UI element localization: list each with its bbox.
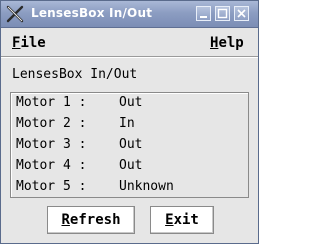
refresh-button[interactable]: Refresh	[47, 206, 135, 234]
motor-label: Motor 1 :	[16, 95, 87, 110]
exit-mnemonic: E	[165, 212, 174, 228]
exit-button[interactable]: Exit	[150, 206, 214, 234]
motor-status: Out	[119, 158, 143, 173]
x-logo-icon[interactable]	[6, 5, 24, 23]
refresh-mnemonic: R	[61, 212, 70, 228]
close-icon	[237, 9, 246, 18]
minimize-button[interactable]	[196, 6, 211, 21]
exit-label: xit	[173, 212, 199, 228]
menu-help-label: elp	[218, 35, 244, 51]
motor-label: Motor 3 :	[16, 137, 87, 152]
motor-row: Motor 4 : Out	[16, 158, 142, 178]
menu-file[interactable]: File	[12, 35, 46, 51]
refresh-label: efresh	[69, 212, 121, 228]
motor-row: Motor 1 : Out	[16, 95, 142, 115]
maximize-button[interactable]	[215, 6, 230, 21]
minimize-icon	[200, 16, 207, 18]
window-title: LensesBox In/Out	[31, 6, 153, 20]
motor-row: Motor 2 : In	[16, 116, 135, 136]
section-heading: LensesBox In/Out	[12, 67, 138, 82]
title-bar[interactable]: LensesBox In/Out	[1, 1, 258, 28]
menu-bar: File Help	[1, 28, 258, 57]
motor-row: Motor 5 : Unknown	[16, 179, 174, 199]
app-window: LensesBox In/Out File Help LensesBox In/…	[0, 0, 259, 244]
motor-label: Motor 5 :	[16, 179, 87, 194]
close-button[interactable]	[234, 6, 249, 21]
motor-row: Motor 3 : Out	[16, 137, 142, 157]
motor-label: Motor 2 :	[16, 116, 87, 131]
menu-help[interactable]: Help	[210, 35, 244, 51]
motor-status-panel: Motor 1 : Out Motor 2 : In Motor 3 : Out…	[10, 92, 249, 198]
motor-label: Motor 4 :	[16, 158, 87, 173]
motor-status: Unknown	[119, 179, 174, 194]
maximize-icon	[217, 8, 228, 19]
motor-status: Out	[119, 137, 143, 152]
motor-status: In	[119, 116, 135, 131]
menu-file-label: ile	[20, 35, 46, 51]
motor-status: Out	[119, 95, 143, 110]
